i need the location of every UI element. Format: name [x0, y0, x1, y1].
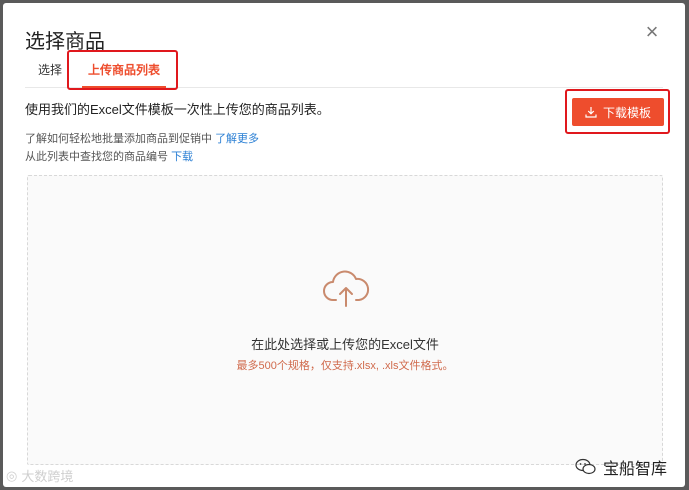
close-icon[interactable]: ×	[641, 21, 663, 43]
watermark-right: 宝船智库	[575, 455, 667, 479]
tab-bar: 选择 上传商品列表	[25, 57, 663, 88]
tab-select[interactable]: 选择	[38, 61, 62, 84]
download-icon	[585, 107, 597, 118]
help-line-download: 从此列表中查找您的商品编号 下载	[25, 148, 193, 164]
download-list-link[interactable]: 下载	[171, 151, 193, 163]
drop-zone-hint: 最多500个规格，仅支持.xlsx, .xls文件格式。	[236, 360, 454, 372]
download-template-button[interactable]: 下载模板	[572, 98, 664, 126]
download-template-label: 下载模板	[602, 105, 651, 120]
cloud-upload-icon	[323, 270, 370, 307]
drop-zone-title: 在此处选择或上传您的Excel文件	[251, 337, 439, 352]
tab-upload-product-list[interactable]: 上传商品列表	[81, 61, 167, 88]
upload-intro-text: 使用我们的Excel文件模板一次性上传您的商品列表。	[25, 102, 330, 117]
select-product-dialog: 选择商品 × 选择 上传商品列表 使用我们的Excel文件模板一次性上传您的商品…	[3, 3, 685, 487]
help-line-learn-text: 了解如何轻松地批量添加商品到促销中	[25, 133, 212, 145]
wechat-icon	[575, 458, 596, 475]
file-drop-zone[interactable]: 在此处选择或上传您的Excel文件 最多500个规格，仅支持.xlsx, .xl…	[27, 175, 663, 465]
learn-more-link[interactable]: 了解更多	[215, 133, 259, 145]
dialog-title: 选择商品	[25, 31, 105, 53]
watermark-logo-icon: ◎	[6, 467, 18, 483]
help-line-download-text: 从此列表中查找您的商品编号	[25, 151, 168, 163]
watermark-left-text: 大数跨境	[21, 469, 74, 484]
watermark-right-text: 宝船智库	[602, 461, 667, 478]
watermark-left: ◎ 大数跨境	[6, 466, 73, 485]
help-line-learn: 了解如何轻松地批量添加商品到促销中 了解更多	[25, 130, 259, 146]
